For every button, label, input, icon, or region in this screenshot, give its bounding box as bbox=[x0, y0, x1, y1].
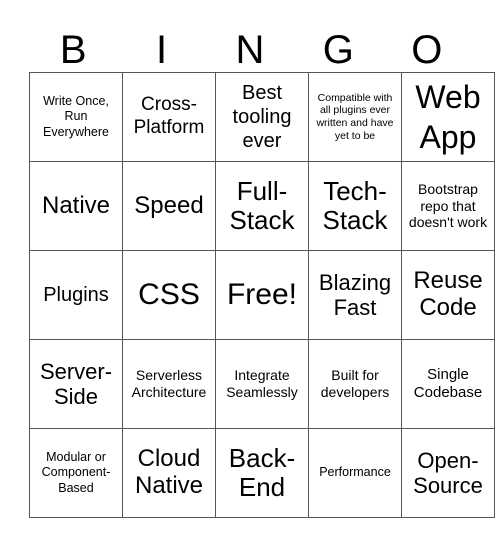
board-row: Modular or Component-Based Cloud Native … bbox=[29, 428, 495, 518]
bingo-cell[interactable]: Speed bbox=[122, 161, 216, 251]
board-row: Native Speed Full-Stack Tech-Stack Boots… bbox=[29, 161, 495, 251]
bingo-cell[interactable]: Modular or Component-Based bbox=[29, 428, 123, 518]
board-row: Write Once, Run Everywhere Cross-Platfor… bbox=[29, 72, 495, 162]
bingo-header: B I N G O bbox=[29, 28, 471, 72]
bingo-cell[interactable]: Single Codebase bbox=[401, 339, 495, 429]
bingo-cell[interactable]: Native bbox=[29, 161, 123, 251]
bingo-cell[interactable]: Open-Source bbox=[401, 428, 495, 518]
header-letter-g: G bbox=[322, 28, 354, 72]
bingo-cell[interactable]: Plugins bbox=[29, 250, 123, 340]
bingo-cell[interactable]: Cross-Platform bbox=[122, 72, 216, 162]
board-row: Server-Side Serverless Architecture Inte… bbox=[29, 339, 495, 429]
bingo-cell[interactable]: Server-Side bbox=[29, 339, 123, 429]
bingo-cell[interactable]: Tech-Stack bbox=[308, 161, 402, 251]
header-letter-i: I bbox=[156, 28, 168, 72]
bingo-cell[interactable]: Free! bbox=[215, 250, 309, 340]
bingo-cell[interactable]: Compatible with all plugins ever written… bbox=[308, 72, 402, 162]
bingo-cell[interactable]: Write Once, Run Everywhere bbox=[29, 72, 123, 162]
header-letter-b: B bbox=[59, 28, 87, 72]
bingo-cell[interactable]: CSS bbox=[122, 250, 216, 340]
bingo-cell[interactable]: Full-Stack bbox=[215, 161, 309, 251]
board-row: Plugins CSS Free! Blazing Fast Reuse Cod… bbox=[29, 250, 495, 340]
bingo-cell[interactable]: Cloud Native bbox=[122, 428, 216, 518]
bingo-cell[interactable]: Reuse Code bbox=[401, 250, 495, 340]
bingo-cell[interactable]: Bootstrap repo that doesn't work bbox=[401, 161, 495, 251]
bingo-cell[interactable]: Blazing Fast bbox=[308, 250, 402, 340]
bingo-cell[interactable]: Integrate Seamlessly bbox=[215, 339, 309, 429]
bingo-cell[interactable]: Performance bbox=[308, 428, 402, 518]
bingo-cell[interactable]: Back-End bbox=[215, 428, 309, 518]
bingo-cell[interactable]: Built for developers bbox=[308, 339, 402, 429]
bingo-board: Write Once, Run Everywhere Cross-Platfor… bbox=[29, 72, 495, 518]
header-letter-n: N bbox=[235, 28, 265, 72]
bingo-cell[interactable]: Serverless Architecture bbox=[122, 339, 216, 429]
header-letter-o: O bbox=[411, 28, 443, 72]
bingo-cell[interactable]: Best tooling ever bbox=[215, 72, 309, 162]
bingo-cell[interactable]: Web App bbox=[401, 72, 495, 162]
